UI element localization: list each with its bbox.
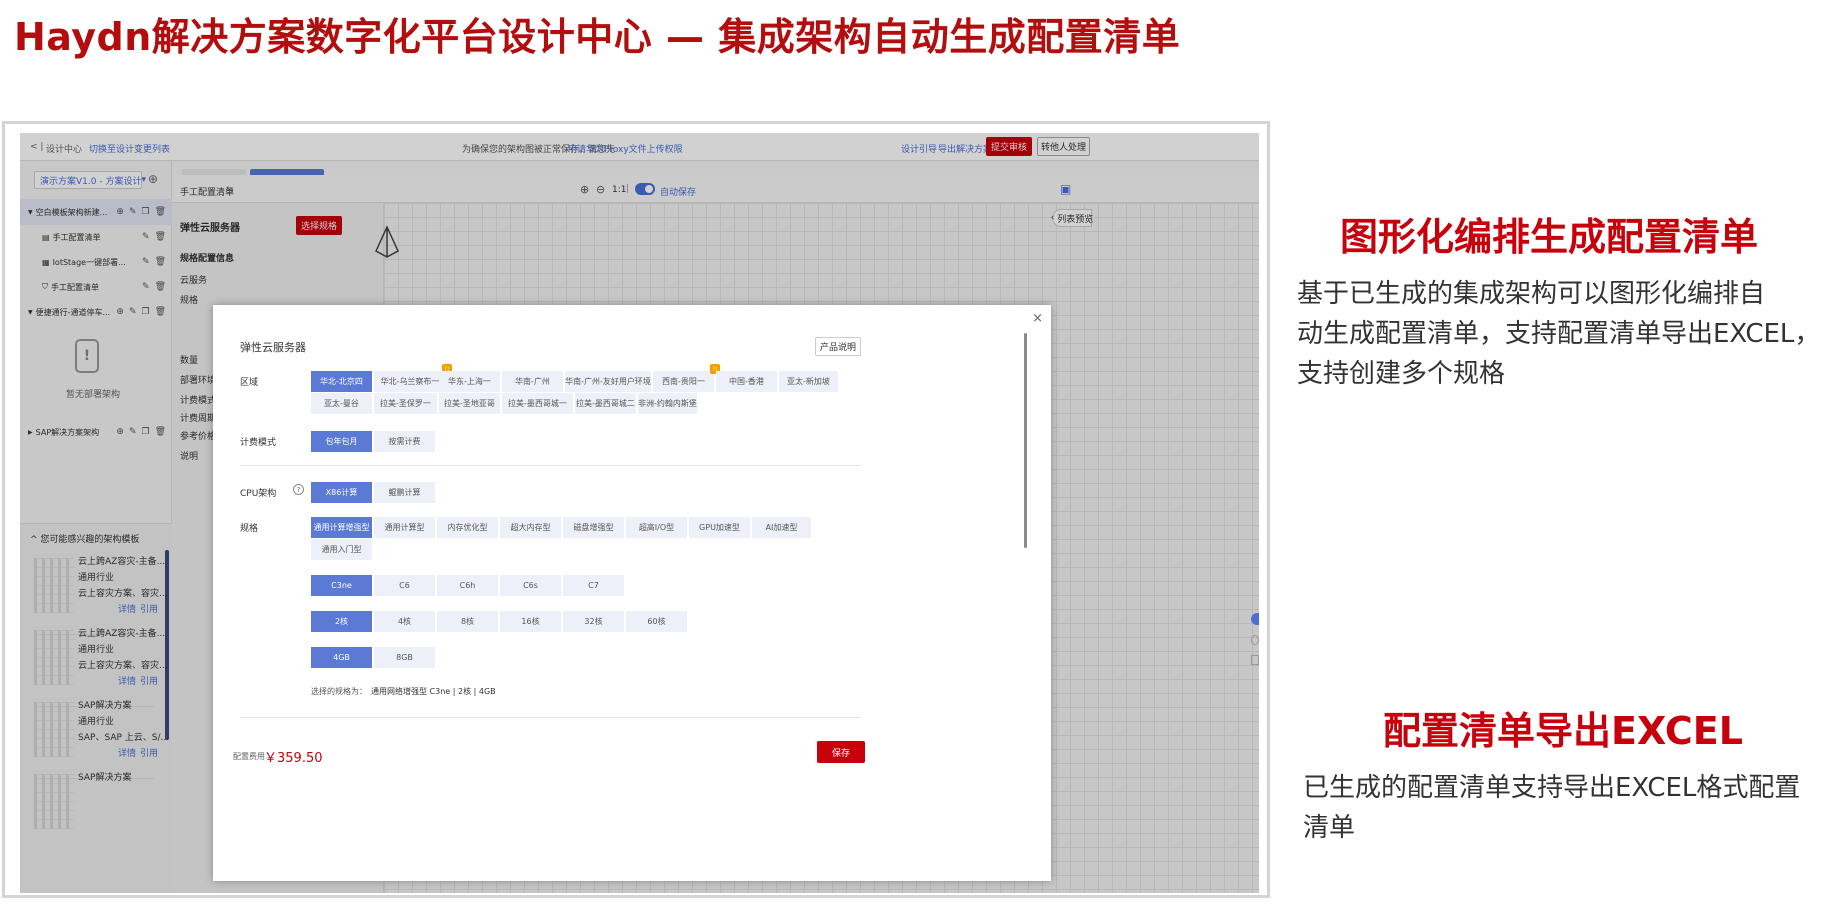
- modal-title: 弹性云服务器: [240, 341, 306, 354]
- right-edge-tools: [1251, 613, 1259, 713]
- core-option[interactable]: 60核: [626, 611, 688, 632]
- feature-2-text: 已生成的配置清单支持导出EXCEL格式配置 清单: [1303, 768, 1837, 848]
- region-label: 区域: [240, 378, 259, 388]
- app-window: < | 设计中心 切换至设计变更列表 为确保您的架构图被正常保存，请您先 申请华…: [20, 133, 1259, 893]
- region-option[interactable]: 华东-上海一: [439, 371, 501, 392]
- feature-1-line: 基于已生成的集成架构可以图形化编排自: [1297, 279, 1766, 309]
- divider: [240, 717, 860, 718]
- selected-spec-value: 通用网络增强型 C3ne | 2核 | 4GB: [371, 687, 496, 696]
- region-option[interactable]: 亚太-新加坡: [779, 371, 839, 392]
- modal-footer: 配置费用 ￥359.50 保存: [213, 721, 1051, 881]
- spec-type-option[interactable]: 通用入门型: [311, 539, 373, 560]
- fee-value: ￥359.50: [264, 751, 323, 766]
- spec-label: 规格: [240, 524, 259, 534]
- core-option[interactable]: 2核: [311, 611, 373, 632]
- feature-1-line: 支持创建多个规格: [1297, 359, 1506, 389]
- screenshot-frame: < | 设计中心 切换至设计变更列表 为确保您的架构图被正常保存，请您先 申请华…: [2, 121, 1270, 898]
- spec-type-option[interactable]: 内存优化型: [437, 517, 499, 538]
- close-icon[interactable]: ×: [1032, 311, 1043, 326]
- feature-1-text: 基于已生成的集成架构可以图形化编排自 动生成配置清单，支持配置清单导出EXCEL…: [1297, 274, 1837, 394]
- memory-option[interactable]: 4GB: [311, 647, 373, 668]
- fee-label: 配置费用: [233, 752, 265, 761]
- spec-type-option[interactable]: 通用计算增强型: [311, 517, 373, 538]
- memory-option[interactable]: 8GB: [374, 647, 436, 668]
- feature-2-heading: 配置清单导出EXCEL: [1383, 709, 1743, 753]
- region-option[interactable]: 亚太-曼谷: [311, 393, 373, 414]
- billing-option[interactable]: 包年包月: [311, 431, 373, 452]
- region-option[interactable]: 西南-贵阳一!!: [653, 364, 720, 392]
- region-option[interactable]: 拉美-墨西哥城一: [502, 393, 574, 414]
- region-option[interactable]: 中国-香港: [716, 371, 778, 392]
- spec-type-option[interactable]: 磁盘增强型: [563, 517, 625, 538]
- region-option[interactable]: 华南-广州-友好用户环境: [565, 371, 652, 392]
- family-option[interactable]: C6: [374, 575, 436, 596]
- spec-type-option[interactable]: 超大内存型: [500, 517, 562, 538]
- spec-type-option[interactable]: 通用计算型: [374, 517, 436, 538]
- region-option[interactable]: 拉美-墨西哥城二: [575, 393, 637, 414]
- core-option[interactable]: 8核: [437, 611, 499, 632]
- spec-type-option[interactable]: GPU加速型: [689, 517, 751, 538]
- tool-icon[interactable]: [1251, 655, 1259, 665]
- billing-label: 计费模式: [240, 438, 277, 448]
- feature-1-line: 动生成配置清单，支持配置清单导出EXCEL，: [1297, 319, 1821, 349]
- region-option[interactable]: 拉美-圣保罗一: [374, 393, 438, 414]
- spec-type-option[interactable]: AI加速型: [752, 517, 812, 538]
- core-option[interactable]: 4核: [374, 611, 436, 632]
- region-option[interactable]: 华北-北京四: [311, 371, 373, 392]
- family-option[interactable]: C6s: [500, 575, 562, 596]
- feature-1-heading: 图形化编排生成配置清单: [1340, 215, 1759, 259]
- region-option-label: 西南-贵阳一: [662, 377, 705, 386]
- spec-type-option[interactable]: 超高I/O型: [626, 517, 688, 538]
- core-option[interactable]: 16核: [500, 611, 562, 632]
- save-button[interactable]: 保存: [817, 741, 865, 763]
- page-title: Haydn解决方案数字化平台设计中心 — 集成架构自动生成配置清单: [14, 15, 1181, 59]
- modal-scrollbar[interactable]: [1024, 333, 1027, 548]
- region-option[interactable]: 华北-乌兰察布一!!: [374, 364, 452, 392]
- cpu-option[interactable]: X86计算: [311, 482, 373, 503]
- help-icon[interactable]: ?: [293, 484, 304, 495]
- region-option[interactable]: 拉美-圣地亚哥: [439, 393, 501, 414]
- family-option[interactable]: C3ne: [311, 575, 373, 596]
- region-option[interactable]: 华南-广州: [502, 371, 564, 392]
- family-option[interactable]: C7: [563, 575, 625, 596]
- feature-2-line: 清单: [1303, 813, 1356, 843]
- tool-icon[interactable]: [1251, 635, 1259, 645]
- tool-icon[interactable]: [1251, 613, 1259, 625]
- cpu-option[interactable]: 鲲鹏计算: [374, 482, 436, 503]
- core-option[interactable]: 32核: [563, 611, 625, 632]
- family-option[interactable]: C6h: [437, 575, 499, 596]
- cpu-label: CPU架构: [240, 489, 277, 499]
- region-option[interactable]: 非洲-约翰内斯堡: [638, 393, 698, 414]
- spec-modal: × 弹性云服务器 产品说明 区域 华北-北京四 华北-乌兰察布一!! 华东-上海…: [213, 305, 1051, 881]
- selected-spec-label: 选择的规格为：: [311, 687, 367, 696]
- product-info-button[interactable]: 产品说明: [815, 337, 861, 356]
- feature-2-line: 已生成的配置清单支持导出EXCEL格式配置: [1303, 773, 1801, 803]
- divider: [240, 465, 860, 466]
- region-option-label: 华北-乌兰察布一: [380, 377, 440, 386]
- billing-option[interactable]: 按需计费: [374, 431, 436, 452]
